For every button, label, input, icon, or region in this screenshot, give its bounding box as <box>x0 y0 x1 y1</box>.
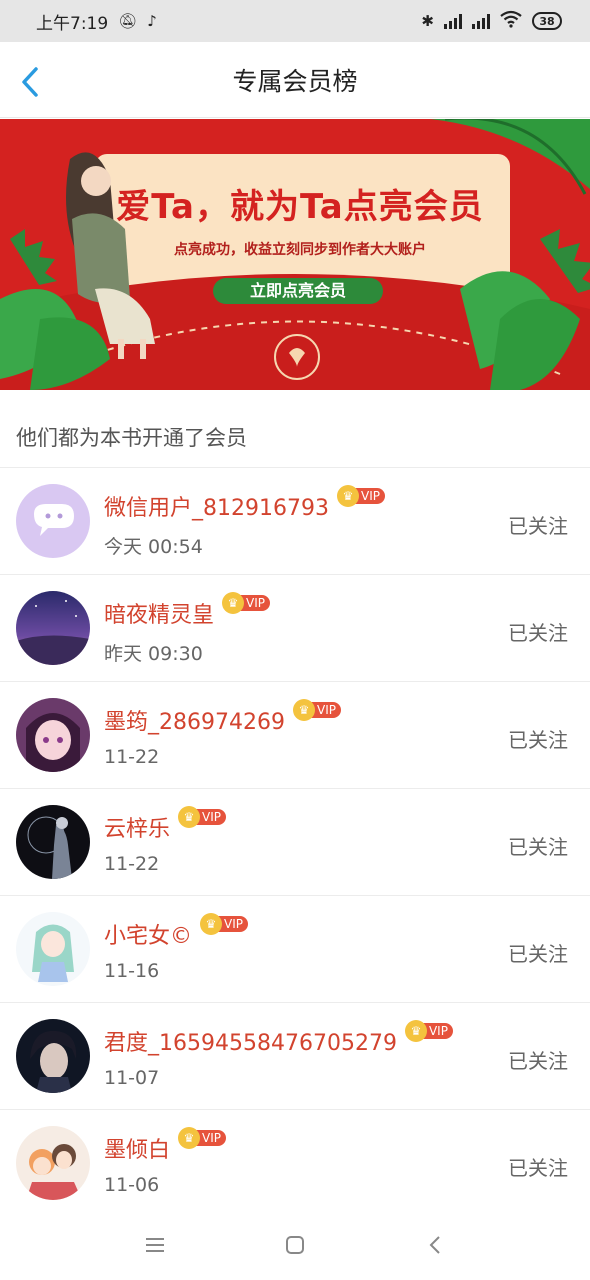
dark-figure-avatar-icon <box>16 805 90 879</box>
crown-icon: ♛ <box>222 592 245 614</box>
chevron-left-icon <box>429 1236 440 1254</box>
home-square-icon <box>286 1236 304 1254</box>
avatar[interactable] <box>16 591 90 665</box>
member-name[interactable]: 墨倾白 ♛ VIP <box>104 1127 226 1164</box>
banner-subtitle: 点亮成功，收益立刻同步到作者大大账户 <box>174 242 426 258</box>
follow-status-button[interactable]: 已关注 <box>508 1152 568 1181</box>
crown-icon: ♛ <box>404 1020 427 1042</box>
list-item[interactable]: 墨倾白 ♛ VIP 11-06 已关注 <box>0 1110 590 1217</box>
wechat-avatar-icon <box>16 484 90 558</box>
member-time: 11-16 <box>104 960 160 982</box>
member-time: 11-06 <box>104 1174 160 1196</box>
member-time: 11-22 <box>104 746 160 768</box>
section-label: 他们都为本书开通了会员 <box>16 426 247 450</box>
crown-icon: ♛ <box>292 699 315 721</box>
avatar[interactable] <box>16 484 90 558</box>
follow-status-button[interactable]: 已关注 <box>508 938 568 967</box>
avatar[interactable] <box>16 805 90 879</box>
menu-button[interactable] <box>135 1225 175 1265</box>
follow-status-button[interactable]: 已关注 <box>508 831 568 860</box>
signal-icon <box>472 13 490 29</box>
crown-icon: ♛ <box>336 485 359 507</box>
chevron-left-icon <box>22 67 38 97</box>
banner-title: 爱Ta，就为Ta点亮会员 <box>116 187 484 227</box>
follow-status-button[interactable]: 已关注 <box>508 1045 568 1074</box>
night-sky-avatar-icon <box>16 591 90 665</box>
status-time: 上午7:19 <box>36 13 109 34</box>
avatar[interactable] <box>16 1019 90 1093</box>
page-header: 专属会员榜 <box>0 42 590 118</box>
member-name[interactable]: 云梓乐 ♛ VIP <box>104 806 226 843</box>
member-time: 今天 00:54 <box>104 536 203 558</box>
vip-badge: ♛ VIP <box>292 699 341 721</box>
vip-badge: ♛ VIP <box>178 1127 226 1149</box>
member-name[interactable]: 微信用户_812916793 ♛ VIP <box>104 485 385 522</box>
vip-badge: ♛ VIP <box>404 1020 453 1042</box>
member-name[interactable]: 小宅女© ♛ VIP <box>104 913 248 950</box>
music-note-icon: ♪ <box>147 11 157 30</box>
status-bar: 上午7:19 🔕︎ ♪ ✱ 38 <box>0 0 590 42</box>
home-button[interactable] <box>275 1225 315 1265</box>
avatar[interactable] <box>16 912 90 986</box>
member-time: 11-07 <box>104 1067 160 1089</box>
menu-icon <box>146 1238 164 1252</box>
battery-icon: 38 <box>532 12 562 30</box>
member-time: 昨天 09:30 <box>104 643 203 665</box>
anime-boy-avatar-icon <box>16 1019 90 1093</box>
signal-icon <box>444 13 462 29</box>
avatar[interactable] <box>16 698 90 772</box>
light-up-member-button[interactable]: 立即点亮会员 <box>213 278 383 304</box>
vip-badge: ♛ VIP <box>222 592 270 614</box>
promo-banner[interactable]: 爱Ta，就为Ta点亮会员 点亮成功，收益立刻同步到作者大大账户 立即点亮会员 <box>0 119 590 390</box>
anime-girl-avatar-icon <box>16 698 90 772</box>
back-button[interactable] <box>18 66 46 98</box>
vip-badge: ♛ VIP <box>336 485 385 507</box>
system-nav-bar <box>0 1210 590 1280</box>
crown-icon: ♛ <box>200 913 223 935</box>
member-name[interactable]: 暗夜精灵皇 ♛ VIP <box>104 592 270 629</box>
crown-icon: ♛ <box>178 1127 201 1149</box>
list-item[interactable]: 君度_16594558476705279 ♛ VIP 11-07 已关注 <box>0 1003 590 1110</box>
member-name[interactable]: 君度_16594558476705279 ♛ VIP <box>104 1020 453 1057</box>
member-name[interactable]: 墨筠_286974269 ♛ VIP <box>104 699 341 736</box>
follow-status-button[interactable]: 已关注 <box>508 510 568 539</box>
vip-badge: ♛ VIP <box>178 806 226 828</box>
follow-status-button[interactable]: 已关注 <box>508 724 568 753</box>
list-item[interactable]: 小宅女© ♛ VIP 11-16 已关注 <box>0 896 590 1003</box>
mute-bell-icon: 🔕︎ <box>118 11 138 30</box>
nav-back-button[interactable] <box>415 1225 455 1265</box>
member-list: 微信用户_812916793 ♛ VIP 今天 00:54 已关注 暗夜精灵皇 ♛ VI… <box>0 468 590 1217</box>
couple-avatar-icon <box>16 1126 90 1200</box>
bluetooth-icon: ✱ <box>421 11 434 30</box>
avatar[interactable] <box>16 1126 90 1200</box>
list-item[interactable]: 微信用户_812916793 ♛ VIP 今天 00:54 已关注 <box>0 468 590 575</box>
list-item[interactable]: 暗夜精灵皇 ♛ VIP 昨天 09:30 已关注 <box>0 575 590 682</box>
member-time: 11-22 <box>104 853 160 875</box>
list-item[interactable]: 云梓乐 ♛ VIP 11-22 已关注 <box>0 789 590 896</box>
chibi-girl-avatar-icon <box>16 912 90 986</box>
crown-icon: ♛ <box>178 806 201 828</box>
list-item[interactable]: 墨筠_286974269 ♛ VIP 11-22 已关注 <box>0 682 590 789</box>
wifi-icon <box>500 10 522 33</box>
vip-badge: ♛ VIP <box>200 913 248 935</box>
follow-status-button[interactable]: 已关注 <box>508 617 568 646</box>
page-title: 专属会员榜 <box>232 66 358 96</box>
